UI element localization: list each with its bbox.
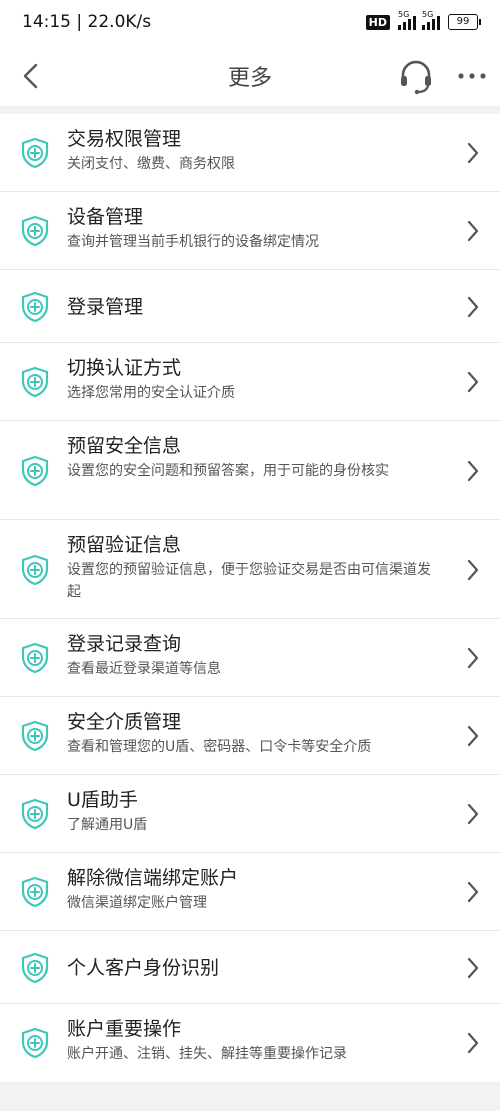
chevron-right-icon [466, 295, 480, 319]
chevron-right-icon [466, 1031, 480, 1055]
status-icons: HD 5G 5G 99 [365, 10, 481, 30]
list-item-subtitle: 设置您的安全问题和预留答案，用于可能的身份核实 [67, 463, 389, 479]
list-item-title: 账户重要操作 [67, 1018, 182, 1040]
shield-plus-icon [20, 642, 50, 674]
shield-plus-icon [20, 215, 50, 247]
battery-icon: 99 [448, 14, 481, 30]
list-item[interactable]: 预留安全信息设置您的安全问题和预留答案，用于可能的身份核实 [0, 421, 500, 520]
shield-plus-icon [20, 876, 50, 908]
list-item-title: 安全介质管理 [67, 711, 182, 733]
list-item-title: 设备管理 [67, 206, 144, 228]
chevron-right-icon [466, 219, 480, 243]
list-item-text: 预留安全信息设置您的安全问题和预留答案，用于可能的身份核实 [67, 433, 440, 482]
list-item-title: 交易权限管理 [67, 128, 182, 150]
chevron-right-icon [466, 956, 480, 980]
shield-plus-icon [20, 952, 50, 984]
list-item-title: 预留安全信息 [67, 435, 182, 457]
shield-plus-icon [20, 554, 50, 586]
shield-plus-icon [20, 720, 50, 752]
list-item-subtitle: 了解通用U盾 [67, 817, 148, 833]
customer-service-button[interactable] [396, 56, 436, 96]
clock-text: 14:15 [22, 12, 71, 32]
list-item[interactable]: 安全介质管理查看和管理您的U盾、密码器、口令卡等安全介质 [0, 697, 500, 775]
list-item-text: 个人客户身份识别 [67, 955, 440, 981]
list-item-text: 解除微信端绑定账户微信渠道绑定账户管理 [67, 865, 440, 914]
nav-bar: 更多 [0, 48, 500, 106]
chevron-right-icon [466, 459, 480, 483]
more-button[interactable] [452, 58, 492, 94]
list-item-title: U盾助手 [67, 789, 138, 811]
list-item-text: U盾助手了解通用U盾 [67, 787, 440, 836]
list-item[interactable]: U盾助手了解通用U盾 [0, 775, 500, 853]
list-item[interactable]: 账户重要操作账户开通、注销、挂失、解挂等重要操作记录 [0, 1004, 500, 1082]
status-time: 14:15 | 22.0K/s [22, 12, 152, 32]
list-item[interactable]: 设备管理查询并管理当前手机银行的设备绑定情况 [0, 192, 500, 270]
list-item-text: 预留验证信息设置您的预留验证信息，便于您验证交易是否由可信渠道发起 [67, 532, 440, 603]
shield-plus-icon [20, 1027, 50, 1059]
list-item[interactable]: 登录管理 [0, 270, 500, 343]
network-type-1: 5G [398, 10, 410, 19]
chevron-right-icon [466, 724, 480, 748]
list-item-subtitle: 查看最近登录渠道等信息 [67, 661, 221, 677]
shield-plus-icon [20, 291, 50, 323]
shield-plus-icon [20, 798, 50, 830]
chevron-right-icon [466, 646, 480, 670]
chevron-right-icon [466, 880, 480, 904]
hd-badge: HD [365, 14, 390, 30]
list-item-subtitle: 查询并管理当前手机银行的设备绑定情况 [67, 234, 319, 250]
shield-plus-icon [20, 455, 50, 487]
list-item[interactable]: 个人客户身份识别 [0, 931, 500, 1004]
list-item-subtitle: 微信渠道绑定账户管理 [67, 895, 207, 911]
list-item[interactable]: 切换认证方式选择您常用的安全认证介质 [0, 343, 500, 421]
chevron-right-icon [466, 558, 480, 582]
signal-2-icon: 5G [422, 10, 440, 30]
chevron-right-icon [466, 802, 480, 826]
battery-level: 99 [456, 16, 470, 27]
list-item-subtitle: 查看和管理您的U盾、密码器、口令卡等安全介质 [67, 739, 372, 755]
chevron-right-icon [466, 141, 480, 165]
list-item-text: 交易权限管理关闭支付、缴费、商务权限 [67, 126, 440, 175]
status-bar: 14:15 | 22.0K/s HD 5G 5G 99 [0, 0, 500, 48]
list-item[interactable]: 预留验证信息设置您的预留验证信息，便于您验证交易是否由可信渠道发起 [0, 520, 500, 619]
list-item-text: 安全介质管理查看和管理您的U盾、密码器、口令卡等安全介质 [67, 709, 440, 758]
net-speed-text: 22.0K/s [87, 12, 152, 32]
shield-plus-icon [20, 137, 50, 169]
list-item-title: 登录管理 [67, 295, 144, 318]
list-item[interactable]: 登录记录查询查看最近登录渠道等信息 [0, 619, 500, 697]
list-item-text: 登录管理 [67, 294, 440, 320]
security-menu-list: 交易权限管理关闭支付、缴费、商务权限设备管理查询并管理当前手机银行的设备绑定情况… [0, 114, 500, 1082]
shield-plus-icon [20, 366, 50, 398]
list-item-text: 登录记录查询查看最近登录渠道等信息 [67, 631, 440, 680]
list-item-subtitle: 关闭支付、缴费、商务权限 [67, 156, 235, 172]
list-item[interactable]: 交易权限管理关闭支付、缴费、商务权限 [0, 114, 500, 192]
headset-icon [401, 60, 431, 95]
list-item-text: 切换认证方式选择您常用的安全认证介质 [67, 355, 440, 404]
list-item-title: 个人客户身份识别 [67, 956, 220, 979]
network-type-2: 5G [422, 10, 434, 19]
signal-1-icon: 5G [398, 10, 416, 30]
list-item-title: 解除微信端绑定账户 [67, 867, 239, 889]
list-item-subtitle: 选择您常用的安全认证介质 [67, 385, 235, 401]
list-item-text: 设备管理查询并管理当前手机银行的设备绑定情况 [67, 204, 440, 253]
list-item[interactable]: 解除微信端绑定账户微信渠道绑定账户管理 [0, 853, 500, 931]
list-item-title: 登录记录查询 [67, 633, 182, 655]
list-item-subtitle: 设置您的预留验证信息，便于您验证交易是否由可信渠道发起 [67, 562, 431, 600]
chevron-right-icon [466, 370, 480, 394]
list-item-text: 账户重要操作账户开通、注销、挂失、解挂等重要操作记录 [67, 1016, 440, 1065]
more-dots-icon [458, 73, 486, 79]
list-item-subtitle: 账户开通、注销、挂失、解挂等重要操作记录 [67, 1046, 347, 1062]
list-item-title: 预留验证信息 [67, 534, 182, 556]
signal-indicators: 5G 5G [398, 10, 440, 30]
list-item-title: 切换认证方式 [67, 357, 182, 379]
